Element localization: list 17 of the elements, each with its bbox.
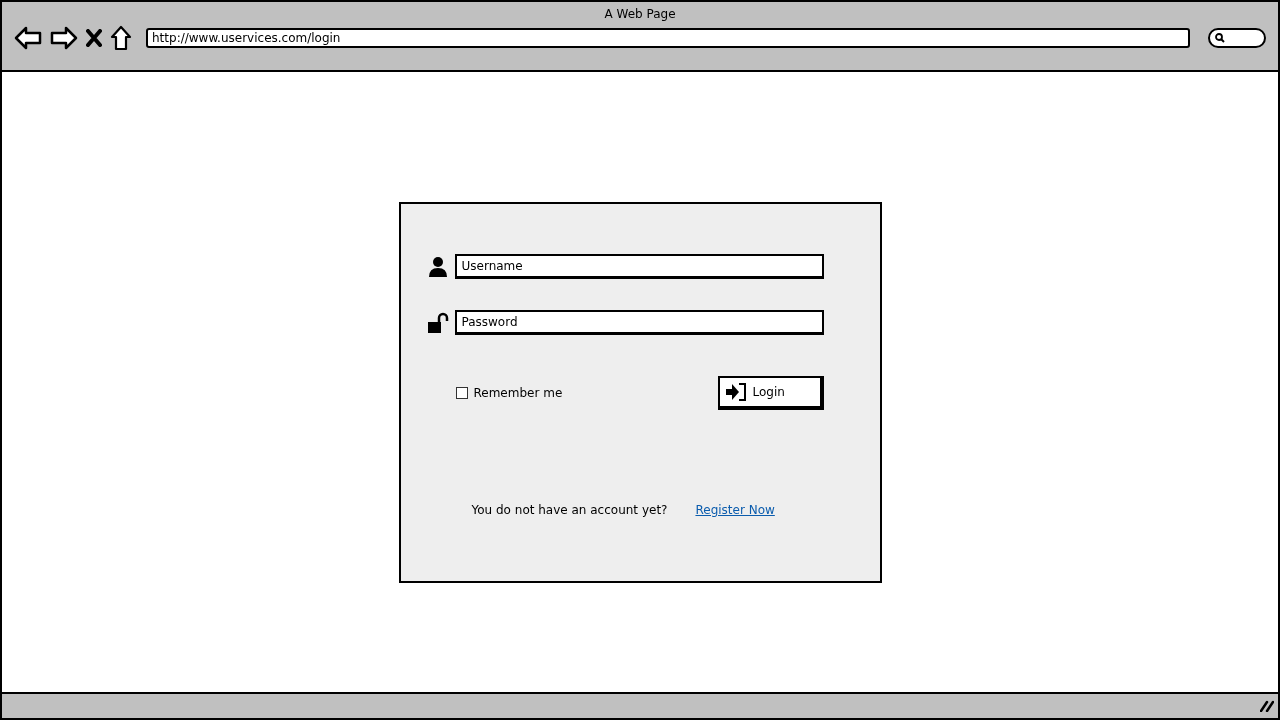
register-link[interactable]: Register Now (695, 503, 775, 517)
close-icon[interactable] (86, 29, 102, 47)
sign-in-icon (724, 382, 747, 402)
unlocked-padlock-icon (426, 311, 449, 334)
resize-grip-icon[interactable] (1260, 700, 1274, 712)
back-icon[interactable] (14, 26, 42, 50)
search-icon (1215, 33, 1225, 43)
login-button[interactable]: Login (717, 376, 824, 410)
register-prompt: You do not have an account yet? (471, 503, 668, 517)
forward-icon[interactable] (50, 26, 78, 50)
address-field[interactable]: http://www.uservices.com/login (146, 28, 1190, 48)
window-title: A Web Page (604, 7, 676, 21)
username-field[interactable]: Username (454, 254, 824, 279)
user-icon (426, 255, 449, 278)
remember-me-checkbox[interactable]: Remember me (455, 386, 563, 400)
search-field[interactable] (1208, 28, 1266, 48)
password-field[interactable]: Password (454, 310, 824, 335)
